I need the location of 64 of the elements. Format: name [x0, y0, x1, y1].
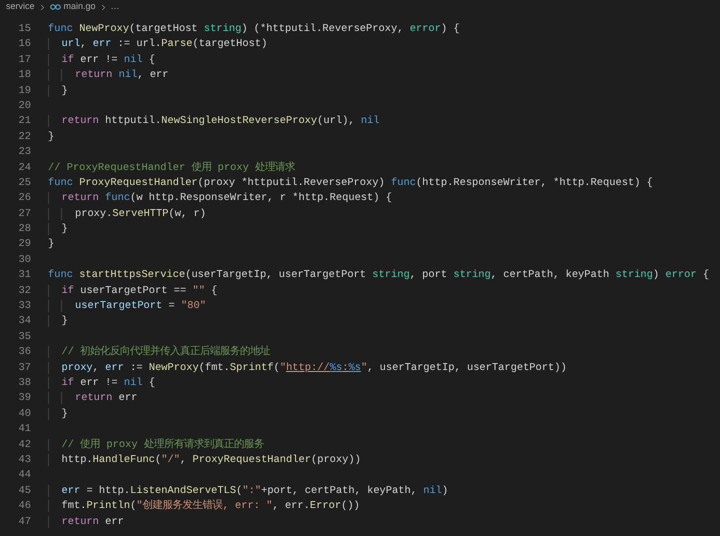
breadcrumb-item[interactable]: service — [6, 0, 35, 14]
line-number: 18 — [18, 68, 31, 84]
code-line: } — [48, 130, 54, 145]
line-number: 16 — [18, 37, 31, 52]
code-line: return err — [48, 391, 138, 407]
code-line: func NewProxy(targetHost string) (*httputil.ReverseProxy, error) { — [48, 22, 460, 37]
line-number: 37 — [18, 360, 31, 376]
line-number: 45 — [18, 484, 31, 499]
code-line: err = http.ListenAndServeTLS(":"+port, certPath, keyPath, nil) — [48, 484, 448, 500]
code-line: return nil, err — [48, 68, 169, 84]
go-file-icon — [50, 4, 61, 10]
line-number: 23 — [18, 145, 31, 160]
code-line: } — [48, 222, 68, 238]
line-number: 42 — [18, 438, 31, 453]
code-line: fmt.Println("创建服务发生错误, err: ", err.Error()) — [48, 499, 360, 515]
line-number: 33 — [18, 299, 31, 314]
code-line: proxy.ServeHTTP(w, r) — [48, 206, 206, 222]
breadcrumb-item[interactable]: main.go — [64, 0, 96, 14]
code-line: url, err := url.Parse(targetHost) — [48, 37, 268, 53]
code-line: func ProxyRequestHandler(proxy *httputil.ReverseProxy) func(http.ResponseWriter, *http.Request) { — [48, 176, 653, 191]
line-number: 30 — [18, 252, 31, 268]
code-line: // 使用 proxy 处理所有请求到真正的服务 — [48, 438, 264, 453]
code-line: // 初始化反向代理并传入真正后端服务的地址 — [48, 345, 270, 361]
breadcrumb-more[interactable]: … — [110, 0, 120, 14]
code-line: if err != nil { — [48, 376, 156, 392]
line-number: 43 — [18, 452, 31, 468]
code-line: if userTargetPort == "" { — [48, 284, 218, 300]
code-line: } — [48, 237, 54, 252]
line-number: 28 — [18, 222, 31, 238]
code-line: } — [48, 314, 68, 330]
code-line: } — [48, 84, 68, 99]
line-number: 21 — [18, 114, 31, 130]
line-number: 20 — [18, 98, 31, 114]
line-number: 40 — [18, 406, 31, 422]
code-line: return err — [48, 514, 124, 530]
line-number: 36 — [18, 345, 31, 360]
line-number: 24 — [18, 160, 31, 176]
line-number: 31 — [18, 268, 31, 284]
code-line: return func(w http.ResponseWriter, r *http.Request) { — [48, 191, 392, 207]
line-number: 38 — [18, 376, 31, 391]
line-number: 26 — [18, 191, 31, 206]
line-number: 32 — [18, 284, 31, 299]
line-number: 39 — [18, 391, 31, 406]
code-line: } — [48, 406, 68, 422]
code-line: userTargetPort = "80" — [48, 299, 206, 314]
line-number: 17 — [18, 52, 31, 68]
code-line: func startHttpsService(userTargetIp, userTargetPort string, port string, certPath, keyPath string) error { — [48, 268, 710, 284]
code-line: proxy, err := NewProxy(fmt.Sprintf("http://%s:%s", userTargetIp, userTargetPort)) — [48, 360, 567, 376]
line-number: 47 — [18, 514, 31, 530]
line-number: 46 — [18, 499, 31, 514]
line-number: 41 — [18, 422, 31, 438]
line-number: 35 — [18, 330, 31, 345]
line-number: 29 — [18, 237, 31, 252]
line-number: 27 — [18, 206, 31, 222]
line-number: 25 — [18, 176, 31, 191]
code-line: // ProxyRequestHandler 使用 proxy 处理请求 — [48, 160, 296, 176]
line-number: 19 — [18, 84, 31, 99]
line-number: 44 — [18, 468, 31, 484]
line-number: 22 — [18, 130, 31, 145]
code-line: if err != nil { — [48, 52, 156, 68]
code-line: return httputil.NewSingleHostReverseProxy(url), nil — [48, 114, 380, 130]
line-number: 15 — [18, 22, 31, 37]
line-number: 34 — [18, 314, 31, 330]
code-line: http.HandleFunc("/", ProxyRequestHandler(proxy)) — [48, 452, 361, 468]
